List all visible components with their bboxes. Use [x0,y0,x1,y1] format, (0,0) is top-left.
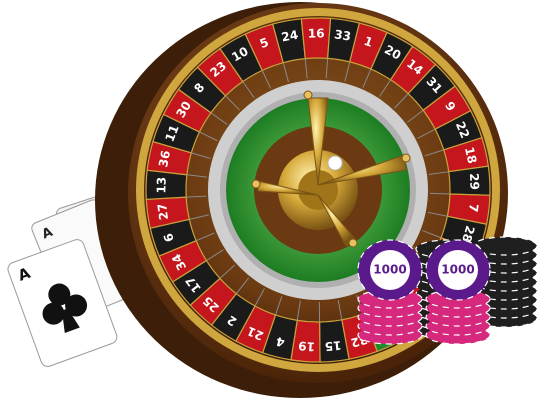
pocket-number: 24 [280,28,299,45]
pocket-number: 7 [466,203,481,213]
roulette-ball [327,155,343,171]
pocket-number: 33 [333,27,352,43]
roulette-scene: A A A 0321519421225173462713361130823105… [7,2,538,398]
pocket-divider [429,192,450,195]
pocket-number: 15 [324,338,342,354]
chip-label: 1000 [441,263,474,277]
pocket-number: 29 [467,173,482,190]
pocket-number: 27 [155,202,171,220]
pocket-number: 16 [308,26,325,40]
pocket-number: 13 [154,177,169,194]
chip-stack: 1000 [357,239,423,345]
chip-label: 1000 [373,263,406,277]
pocket-number: 19 [298,338,316,353]
chip-stacks: 1000 1000 [357,236,538,345]
chip-stack: 1000 [425,239,491,345]
